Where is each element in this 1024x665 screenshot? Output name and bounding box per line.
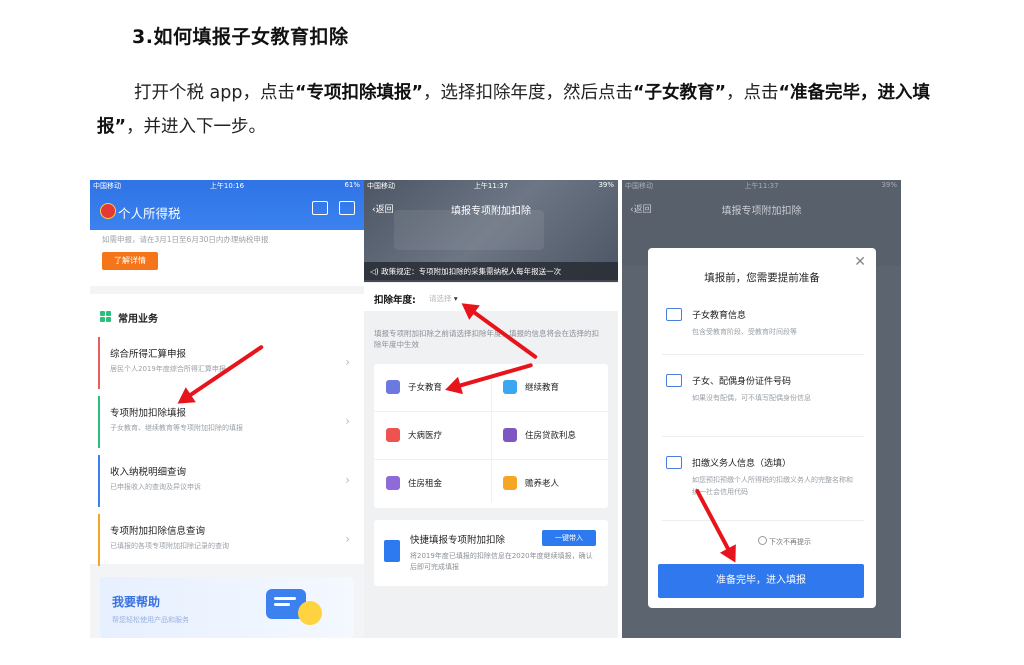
chevron-right-icon: › <box>345 355 350 369</box>
dialog-title: 填报前，您需要提前准备 <box>704 272 820 284</box>
service-special-deduction-fill[interactable]: 专项附加扣除填报 子女教育、继续教育等专项附加扣除的填报 › <box>98 396 354 448</box>
medical-kit-icon <box>386 428 400 442</box>
house-loan-icon <box>503 428 517 442</box>
message-icon[interactable] <box>339 201 355 215</box>
deduction-category-grid: 子女教育 继续教育 大病医疗 住房贷款利息 住房租金 赡养老人 <box>374 364 608 508</box>
emoji-face-icon <box>298 601 322 625</box>
scan-icon[interactable] <box>312 201 328 215</box>
screenshot-deduction-menu: 中国移动 上午11:37 39% ‹返回 填报专项附加扣除 ◁) 政策规定：专项… <box>364 180 618 638</box>
elderly-person-icon <box>503 476 517 490</box>
deduction-year-row[interactable]: 扣除年度: 请选择 ▾ <box>364 283 618 311</box>
help-banner[interactable]: 我要帮助 帮您轻松使用产品和服务 <box>100 577 354 638</box>
dont-show-again-checkbox[interactable]: 下次不再提示 <box>758 536 811 547</box>
category-mortgage-interest[interactable]: 住房贷款利息 <box>491 412 608 460</box>
pen-document-icon <box>384 540 400 562</box>
category-housing-rent[interactable]: 住房租金 <box>374 460 491 508</box>
caret-down-icon: ▾ <box>453 294 458 303</box>
category-serious-illness[interactable]: 大病医疗 <box>374 412 491 460</box>
app-title: 个人所得税 <box>118 206 181 221</box>
one-click-import-button[interactable]: 一键带入 <box>542 530 596 546</box>
id-document-icon <box>666 374 682 387</box>
app-header: 中国移动 上午10:16 61% 个人所得税 <box>90 180 364 230</box>
status-bar: 中国移动 上午11:37 39% <box>625 181 897 190</box>
tax-emblem-icon <box>100 203 116 219</box>
ready-enter-fill-button[interactable]: 准备完毕，进入填报 <box>658 564 864 598</box>
learn-more-button[interactable]: 了解详情 <box>102 252 158 270</box>
screenshot-preparation-modal: 中国移动 上午11:37 39% ‹返回 填报专项附加扣除 ✕ 填报前，您需要提… <box>622 180 901 638</box>
prep-item: 扣缴义务人信息（选填） 如您预扣预缴个人所得税的扣缴义务人的完整名称和统一社会信… <box>662 456 864 521</box>
close-icon[interactable]: ✕ <box>854 254 866 270</box>
screenshot-home: 中国移动 上午10:16 61% 个人所得税 如需申报，请在3月1日至6月30日… <box>90 180 364 638</box>
hint-text: 填报专项附加扣除之前请选择扣除年度，填报的信息将会在选择的扣除年度中生效 <box>374 329 599 349</box>
highlight-child-education: “子女教育” <box>633 83 727 103</box>
status-bar: 中国移动 上午10:16 61% <box>93 181 360 190</box>
child-education-icon <box>386 380 400 394</box>
year-select[interactable]: 请选择 ▾ <box>429 293 458 304</box>
page-title: 填报专项附加扣除 <box>451 206 531 217</box>
chevron-right-icon: › <box>345 473 350 487</box>
quick-fill-card: 快捷填报专项附加扣除 一键带入 将2019年度已填报的扣除信息在2020年度继续… <box>374 520 608 586</box>
house-icon <box>386 476 400 490</box>
section-heading: 3.如何填报子女教育扣除 <box>132 26 349 48</box>
speaker-icon: ◁) <box>370 267 382 276</box>
service-annual-settlement[interactable]: 综合所得汇算申报 居民个人2019年度综合所得汇算申报 › <box>98 337 354 389</box>
instruction-paragraph: 打开个税 app，点击“专项扣除填报”，选择扣除年度，然后点击“子女教育”，点击… <box>97 83 931 137</box>
building-icon <box>666 456 682 469</box>
grid-icon <box>100 311 111 322</box>
status-bar: 中国移动 上午11:37 39% <box>367 181 614 190</box>
page-title: 填报专项附加扣除 <box>721 206 802 217</box>
id-card-icon <box>666 308 682 321</box>
service-income-query[interactable]: 收入纳税明细查询 已申报收入的查询及异议申诉 › <box>98 455 354 507</box>
prep-item: 子女、配偶身份证件号码 如果没有配偶，可不填写配偶身份信息 <box>662 374 864 437</box>
graduation-cap-icon <box>503 380 517 394</box>
category-elderly-support[interactable]: 赡养老人 <box>491 460 608 508</box>
category-child-education[interactable]: 子女教育 <box>374 364 491 412</box>
service-deduction-query[interactable]: 专项附加扣除信息查询 已填报的各项专项附加扣除记录的查询 › <box>98 514 354 566</box>
preparation-dialog: ✕ 填报前，您需要提前准备 子女教育信息 包含受教育阶段、受教育时间段等 子女、… <box>648 248 876 608</box>
prep-item: 子女教育信息 包含受教育阶段、受教育时间段等 <box>662 308 864 355</box>
highlight-special-deduction: “专项扣除填报” <box>295 83 424 103</box>
policy-banner: ◁) 政策规定：专项附加扣除的采集需纳税人每年报送一次 <box>364 262 618 282</box>
chevron-right-icon: › <box>345 532 350 546</box>
common-services-title: 常用业务 <box>118 314 158 325</box>
notice-card: 如需申报，请在3月1日至6月30日内办理纳税申报 了解详情 <box>90 230 364 286</box>
chevron-right-icon: › <box>345 414 350 428</box>
